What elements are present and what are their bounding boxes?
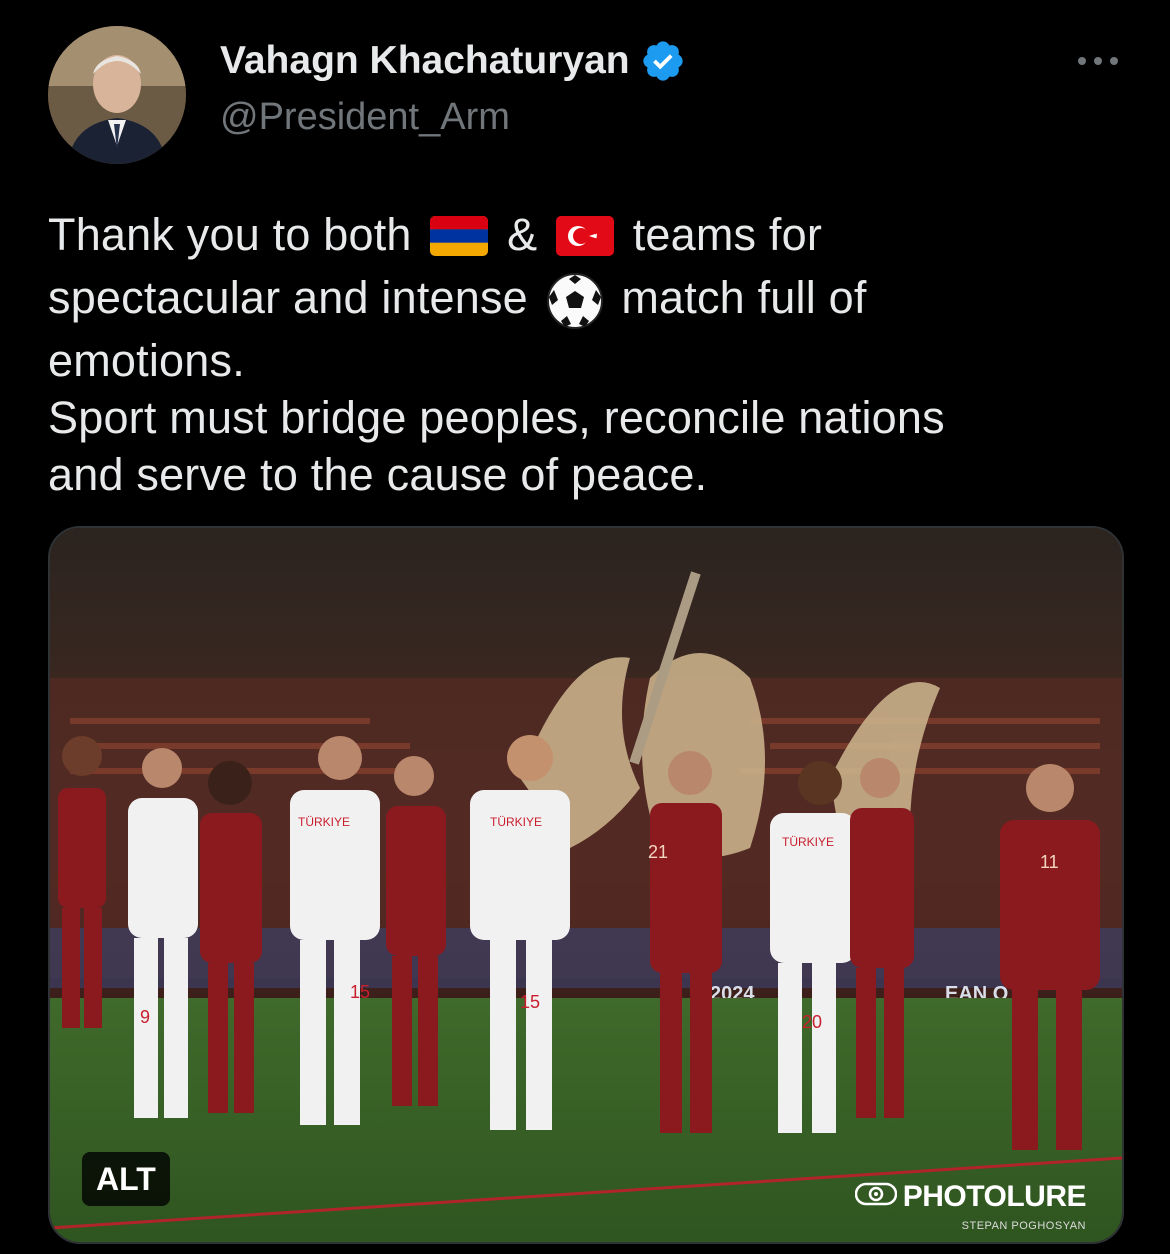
- more-options-icon[interactable]: [1074, 46, 1122, 76]
- stadium-photo: 2024 EAN Q 9 TÜRKIYE15 TÜRKIYE15 21 TÜRK…: [50, 528, 1122, 1242]
- soccer-ball-icon: [546, 273, 603, 332]
- tweet-photo[interactable]: 2024 EAN Q 9 TÜRKIYE 15 TÜRKIYE 15 21 TÜRK…: [48, 526, 1124, 1244]
- tweet-text: Thank you to both & teams for spectacula…: [48, 206, 1128, 503]
- turkey-flag-icon: [555, 212, 614, 269]
- jersey-number-15b: 15: [520, 992, 540, 1012]
- jersey-text-2: TÜRKIYE: [490, 815, 542, 829]
- avatar-portrait: [48, 26, 186, 164]
- armenia-flag-icon: [430, 212, 489, 269]
- author-display-name[interactable]: Vahagn Khachaturyan: [220, 39, 630, 83]
- author-avatar[interactable]: [48, 26, 186, 164]
- tweet-line-5: and serve to the cause of peace.: [48, 449, 708, 500]
- author-handle[interactable]: @President_Arm: [220, 96, 510, 139]
- camera-icon: [854, 1180, 897, 1214]
- tweet-line-2: spectacular and intense match full of: [48, 269, 1128, 332]
- jersey-text-3: TÜRKIYE: [782, 835, 834, 849]
- photo-watermark: PHOTOLURE STEPAN POGHOSYAN: [854, 1180, 1087, 1232]
- jersey-number-21: 21: [648, 842, 668, 862]
- jersey-text-1: TÜRKIYE: [298, 815, 350, 829]
- jersey-number-20: 20: [802, 1012, 822, 1032]
- watermark-credit: STEPAN POGHOSYAN: [961, 1220, 1086, 1232]
- watermark-brand: PHOTOLURE: [902, 1180, 1087, 1213]
- tweet-line-3: emotions.: [48, 335, 245, 386]
- watermark-brand-row: PHOTOLURE: [854, 1180, 1087, 1214]
- alt-text-button[interactable]: ALT: [82, 1152, 170, 1206]
- tweet-line-1: Thank you to both & teams for: [48, 206, 1128, 269]
- author-name-row: Vahagn Khachaturyan: [220, 38, 686, 84]
- verified-badge-icon[interactable]: [640, 38, 686, 84]
- jersey-number-11: 11: [1040, 852, 1059, 872]
- jersey-number-15a: 15: [350, 982, 370, 1002]
- jersey-number-9: 9: [140, 1007, 150, 1027]
- tweet-line-4: Sport must bridge peoples, reconcile nat…: [48, 392, 945, 443]
